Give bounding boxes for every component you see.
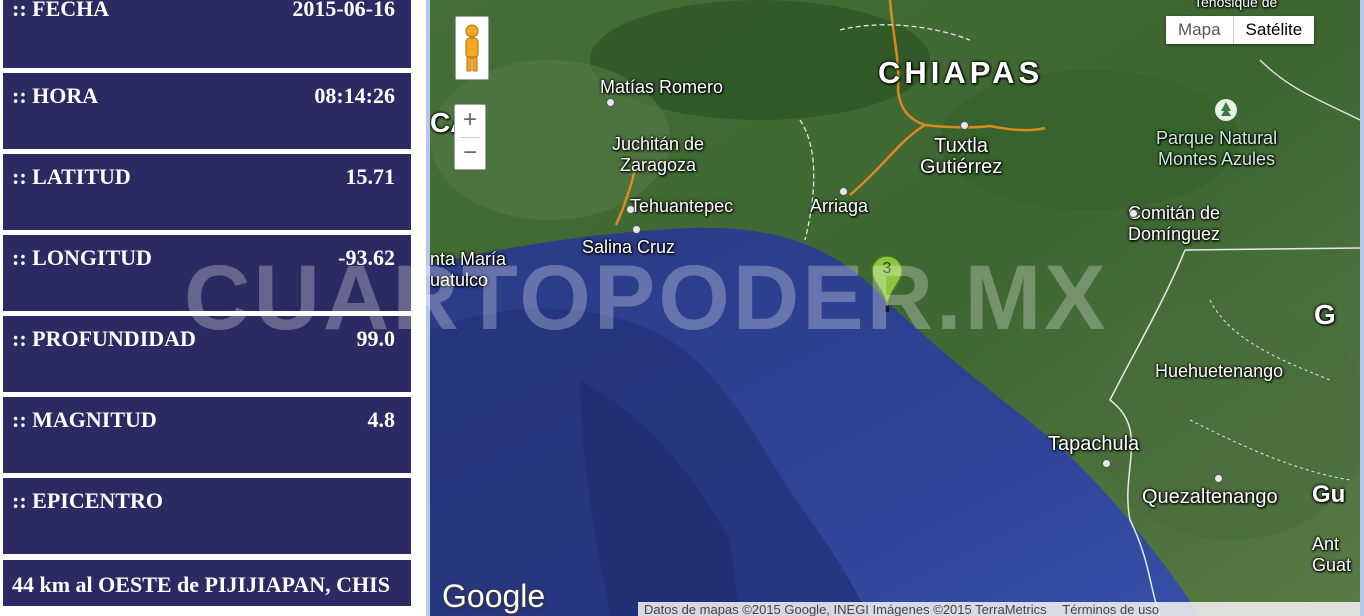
- profundidad-label: :: PROFUNDIDAD: [12, 326, 196, 351]
- terms-link[interactable]: Términos de uso: [1056, 602, 1165, 616]
- magnitud-label: :: MAGNITUD: [12, 407, 157, 432]
- google-logo[interactable]: Google: [442, 578, 545, 615]
- row-hora: :: HORA 08:14:26: [3, 73, 411, 149]
- pegman-icon: [465, 24, 479, 72]
- label-edge-gu: Gu: [1312, 481, 1346, 508]
- earthquake-info-panel: :: FECHA 2015-06-16 :: HORA 08:14:26 :: …: [0, 0, 414, 616]
- row-longitud: :: LONGITUD -93.62: [3, 235, 411, 311]
- city-dot: [960, 121, 969, 130]
- row-profundidad: :: PROFUNDIDAD 99.0: [3, 316, 411, 392]
- map-type-control: Mapa Satélite: [1166, 16, 1315, 44]
- label-state-chiapas: CHIAPAS: [878, 55, 1044, 90]
- city-dot: [1102, 459, 1111, 468]
- label-quezaltenango: Quezaltenango: [1142, 486, 1278, 508]
- epicenter-description: 44 km al OESTE de PIJIJIAPAN, CHIS: [12, 572, 390, 597]
- epicentro-label: :: EPICENTRO: [12, 488, 163, 513]
- map-attribution-bar: Datos de mapas ©2015 Google, INEGI Imáge…: [638, 602, 1360, 616]
- hora-label: :: HORA: [12, 83, 99, 108]
- zoom-control: + −: [454, 104, 486, 170]
- city-dot: [632, 225, 641, 234]
- longitud-value: -93.62: [338, 245, 395, 270]
- park-tree-icon: [1215, 99, 1237, 121]
- label-edge-g: G: [1314, 299, 1336, 330]
- city-dot: [839, 187, 848, 196]
- fecha-value: 2015-06-16: [292, 0, 395, 21]
- longitud-label: :: LONGITUD: [12, 245, 152, 270]
- zoom-out-button[interactable]: −: [455, 138, 485, 169]
- latitud-value: 15.71: [345, 164, 396, 189]
- street-view-pegman[interactable]: [455, 16, 489, 80]
- label-edge-ant: Ant Guat: [1312, 534, 1352, 575]
- label-tuxtla: Tuxtla Gutiérrez: [920, 135, 1003, 178]
- latitud-label: :: LATITUD: [12, 164, 131, 189]
- epicenter-marker[interactable]: 3: [870, 254, 904, 316]
- row-fecha: :: FECHA 2015-06-16: [3, 0, 411, 68]
- label-matias-romero: Matías Romero: [600, 77, 724, 97]
- attribution-text: Datos de mapas ©2015 Google, INEGI Imáge…: [644, 602, 1047, 616]
- label-tehuantepec: Tehuantepec: [630, 196, 734, 216]
- city-dot: [626, 205, 635, 214]
- label-arriaga: Arriaga: [810, 196, 869, 216]
- label-tapachula: Tapachula: [1048, 433, 1140, 455]
- label-santa-maria-huatulco: nta María uatulco: [430, 249, 507, 290]
- city-dot: [1129, 209, 1138, 218]
- map-type-satellite-button[interactable]: Satélite: [1233, 16, 1315, 44]
- row-epicentro: :: EPICENTRO: [3, 478, 411, 554]
- profundidad-value: 99.0: [356, 326, 396, 351]
- zoom-in-button[interactable]: +: [455, 105, 485, 136]
- label-juchitan: Juchitán de Zaragoza: [612, 134, 705, 175]
- magnitud-value: 4.8: [367, 407, 396, 432]
- fecha-label: :: FECHA: [12, 0, 110, 21]
- hora-value: 08:14:26: [314, 83, 395, 108]
- map-type-map-button[interactable]: Mapa: [1166, 16, 1234, 44]
- city-dot: [1214, 474, 1223, 483]
- satellite-map[interactable]: Matías Romero Juchitán de Zaragoza Tehua…: [426, 0, 1364, 616]
- label-huehuetenango: Huehuetenango: [1155, 361, 1284, 381]
- label-tenosique: Tenosique de: [1194, 0, 1278, 10]
- label-comitan: Comitán de Domínguez: [1128, 203, 1221, 244]
- marker-label: 3: [882, 260, 892, 277]
- city-dot: [606, 98, 615, 107]
- row-latitud: :: LATITUD 15.71: [3, 154, 411, 230]
- label-parque-montes-azules: Parque Natural Montes Azules: [1156, 128, 1278, 169]
- row-epicenter-description: 44 km al OESTE de PIJIJIAPAN, CHIS: [3, 560, 411, 606]
- row-magnitud: :: MAGNITUD 4.8: [3, 397, 411, 473]
- label-salina-cruz: Salina Cruz: [582, 237, 676, 257]
